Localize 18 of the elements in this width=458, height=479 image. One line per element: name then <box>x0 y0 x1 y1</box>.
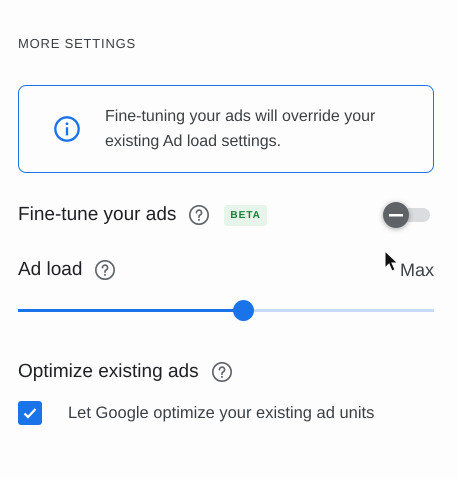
help-icon[interactable] <box>188 204 210 226</box>
info-text: Fine-tuning your ads will override your existing Ad load settings. <box>105 107 376 152</box>
slider-thumb[interactable] <box>232 300 254 321</box>
help-icon[interactable] <box>94 259 116 281</box>
fine-tune-toggle[interactable] <box>382 201 432 229</box>
section-title: MORE SETTINGS <box>18 36 138 51</box>
optimize-option-label: Let Google optimize your existing ad units <box>68 404 374 422</box>
help-icon[interactable] <box>210 361 233 383</box>
minus-icon <box>389 214 403 216</box>
optimize-heading: Optimize existing ads <box>18 361 199 383</box>
ad-load-slider[interactable] <box>18 300 434 321</box>
beta-badge: BETA <box>224 204 267 226</box>
max-label: Max <box>400 260 434 280</box>
optimize-checkbox[interactable] <box>18 401 42 425</box>
fine-tune-label: Fine-tune your ads <box>18 204 176 226</box>
info-icon <box>53 115 81 143</box>
ad-load-label: Ad load <box>18 259 82 281</box>
mouse-pointer-icon <box>384 250 398 272</box>
